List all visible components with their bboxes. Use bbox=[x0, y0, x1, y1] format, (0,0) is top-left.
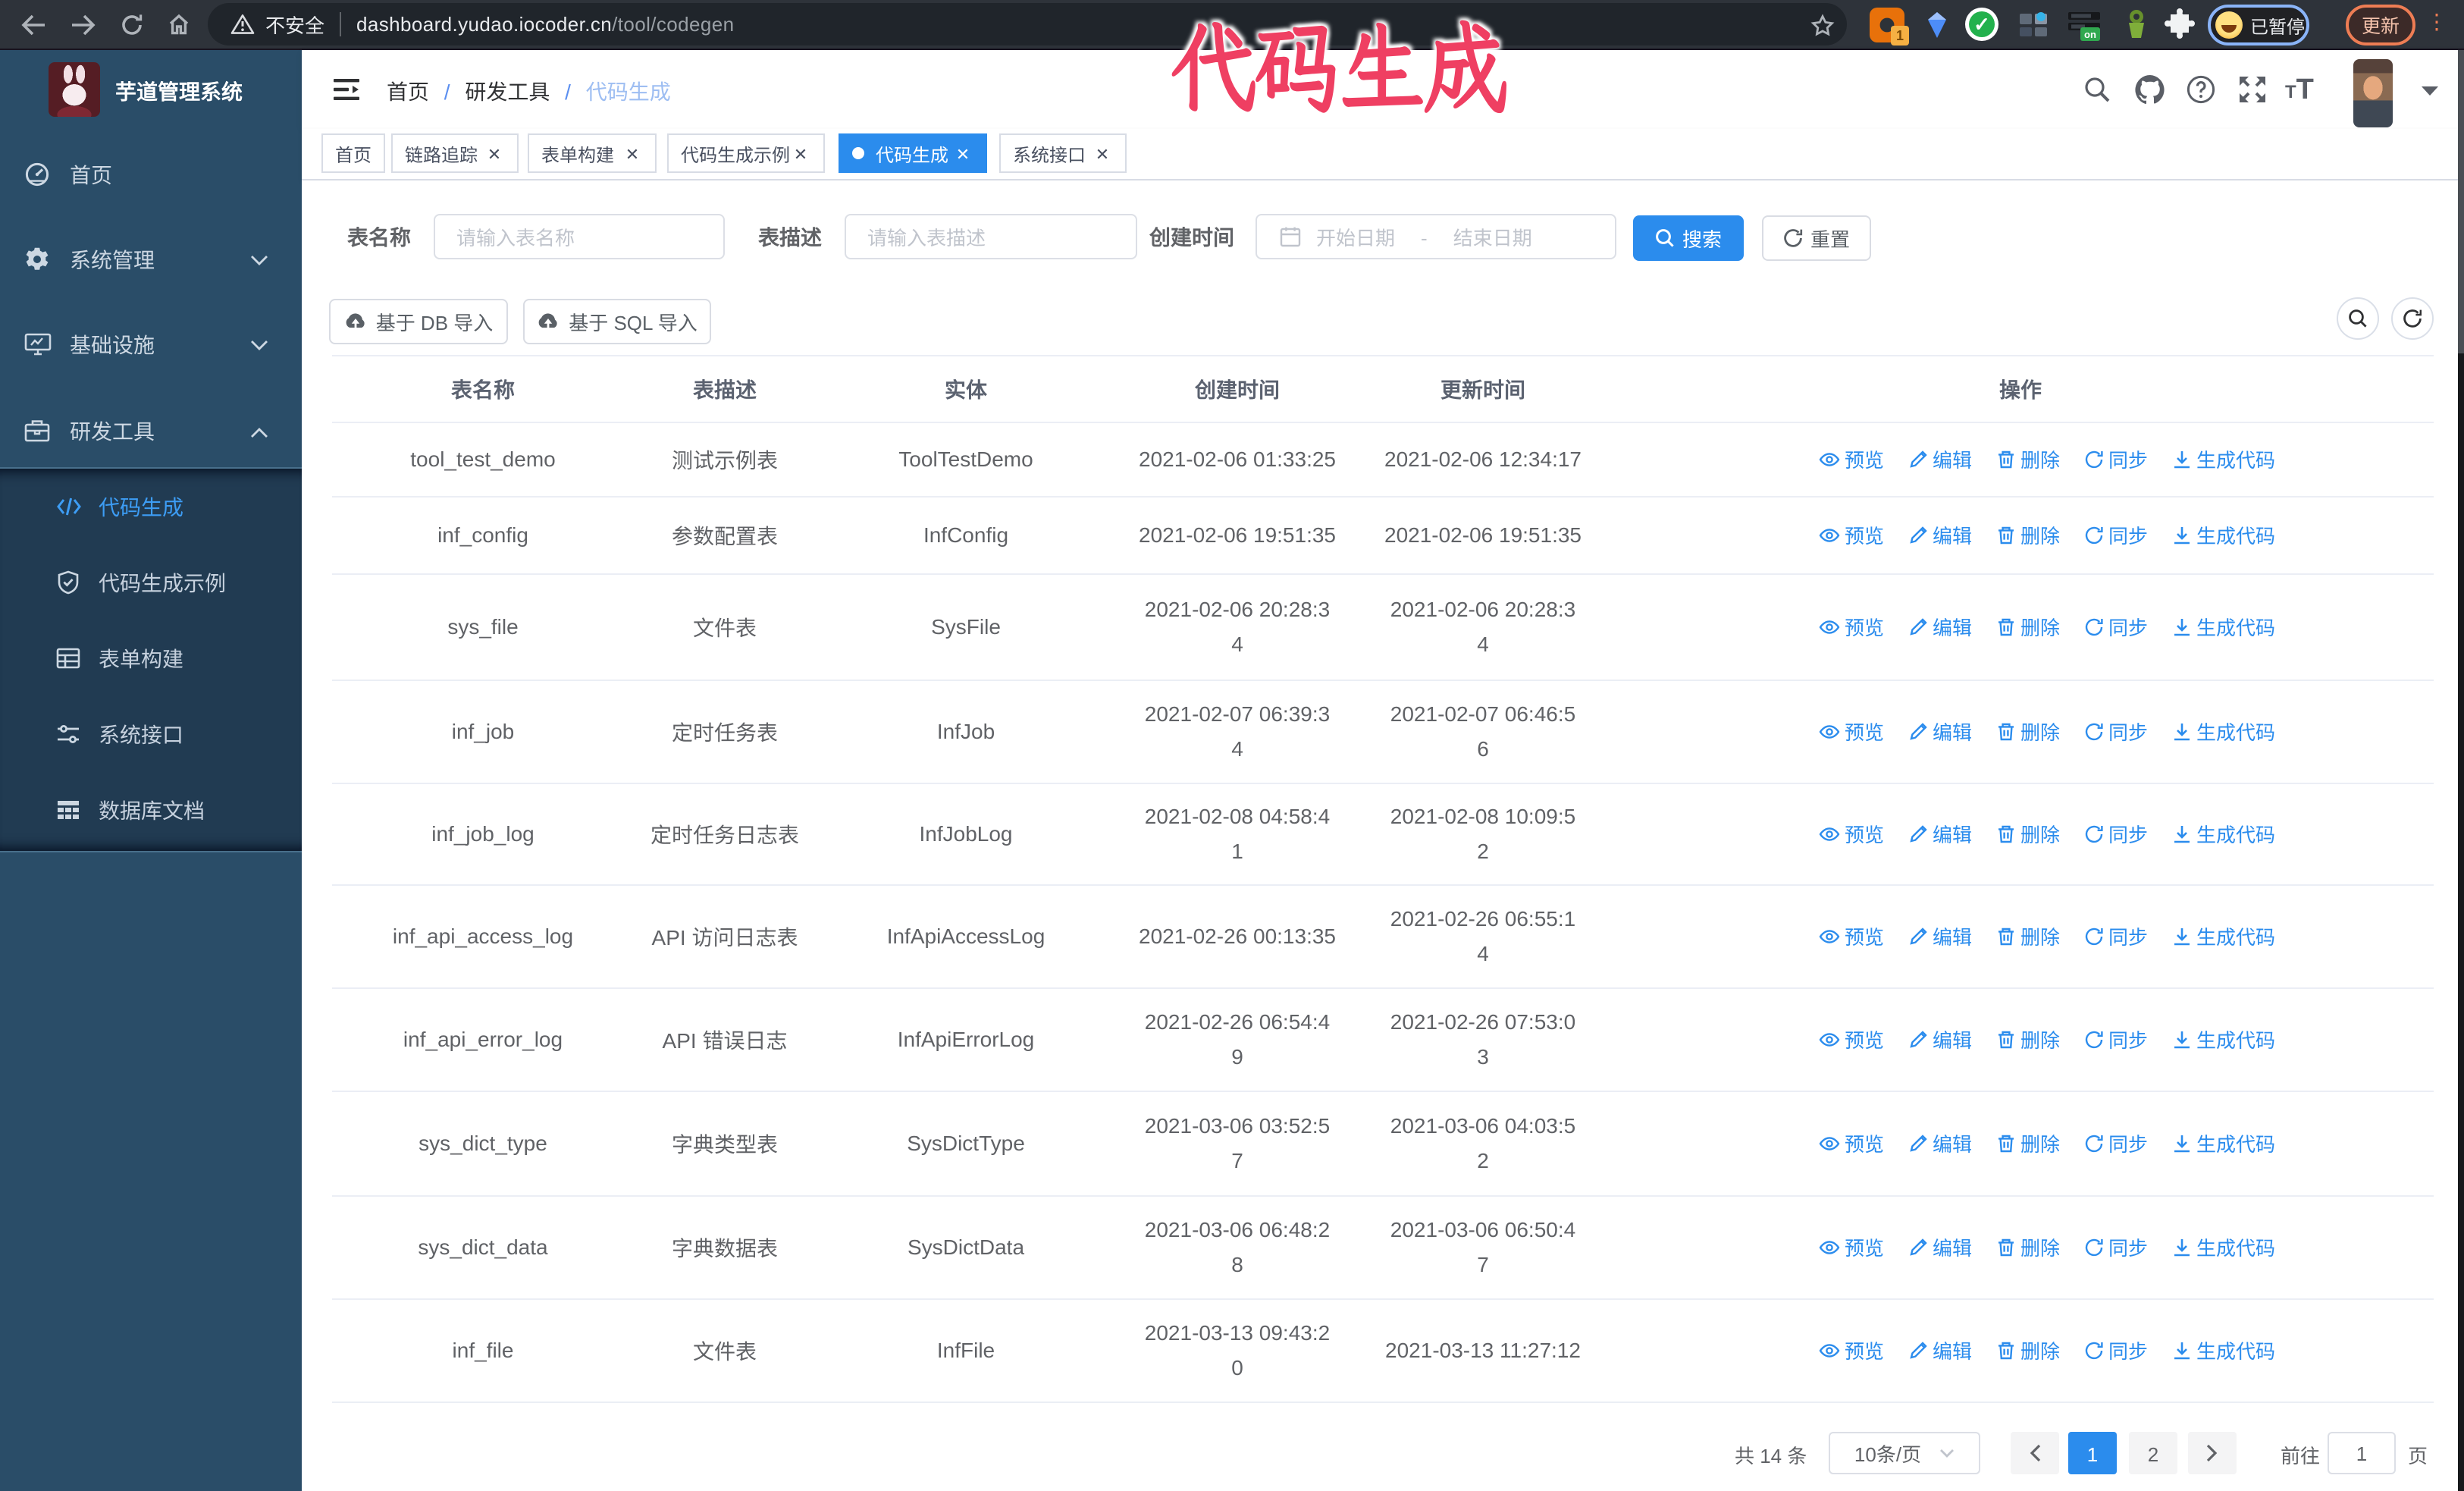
svg-text:on: on bbox=[2084, 29, 2096, 40]
